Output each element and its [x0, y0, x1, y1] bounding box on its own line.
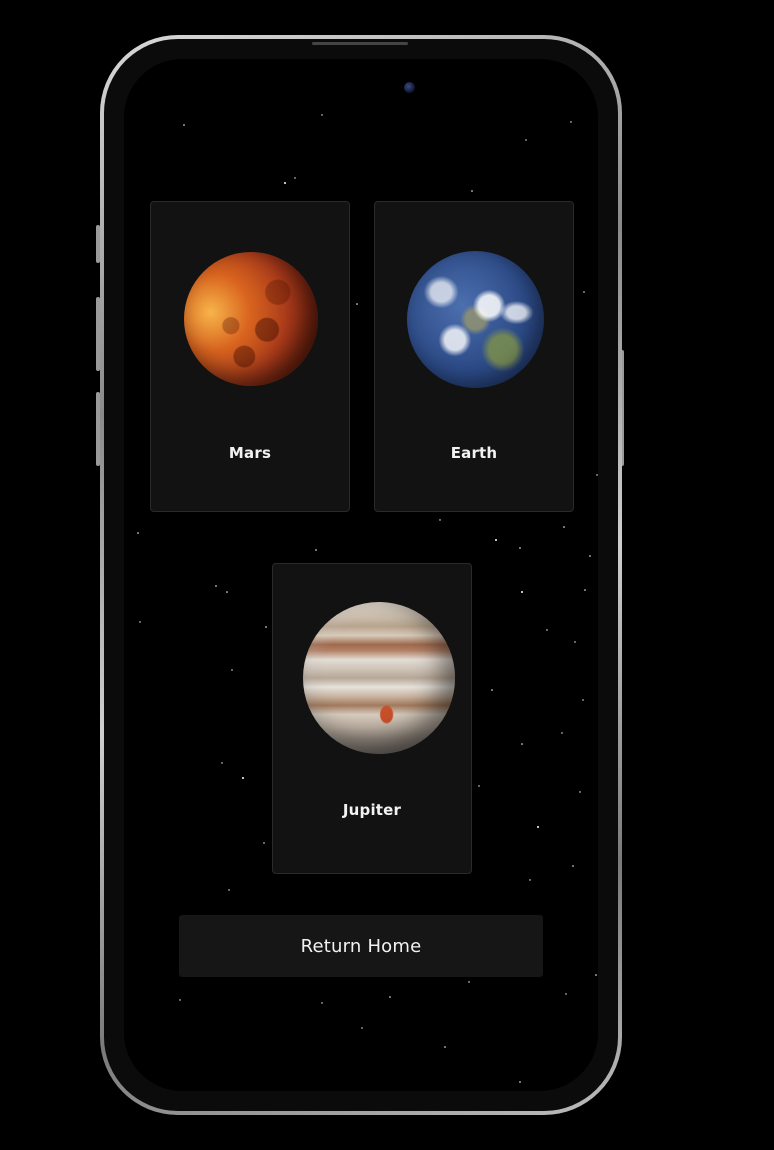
planet-card-mars[interactable]: Mars [150, 201, 350, 512]
jupiter-planet-image [303, 602, 455, 754]
planet-card-earth[interactable]: Earth [374, 201, 574, 512]
planet-name-label: Earth [450, 444, 498, 462]
planet-card-jupiter[interactable]: Jupiter [272, 563, 472, 874]
planet-name-label: Jupiter [342, 801, 402, 819]
planet-name-label: Mars [228, 444, 272, 462]
mars-planet-image [184, 252, 318, 386]
front-camera-icon [404, 82, 415, 93]
earth-planet-image [407, 251, 544, 388]
return-home-button[interactable]: Return Home [179, 915, 543, 977]
device-mockup: Mars Earth Jupiter Return Home [0, 0, 774, 1150]
